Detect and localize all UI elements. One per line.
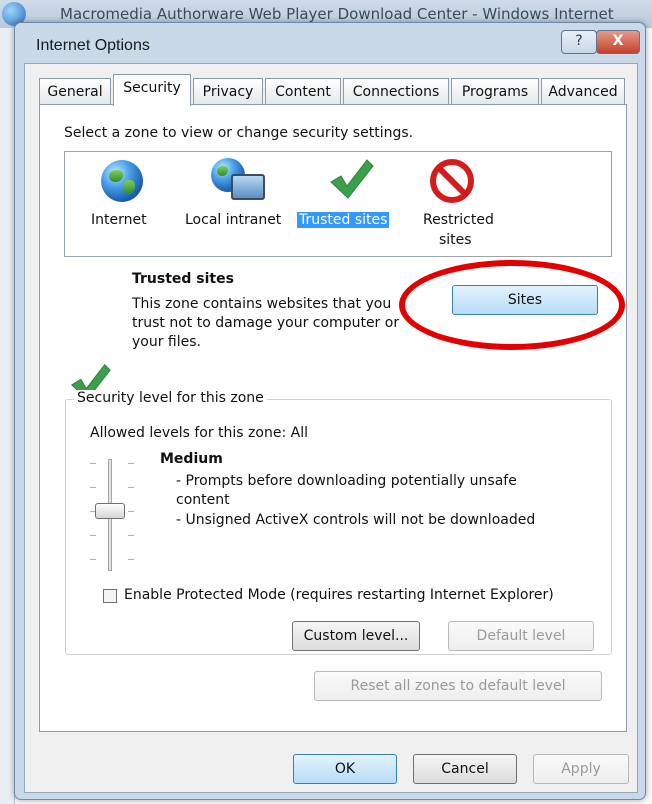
zone-restricted-sites[interactable]: Restricted sites: [415, 152, 495, 252]
security-level-name: Medium: [160, 451, 223, 467]
tab-general[interactable]: General: [39, 78, 111, 104]
reset-all-zones-button[interactable]: Reset all zones to default level: [314, 671, 602, 701]
checkmark-icon: [330, 159, 374, 199]
selected-zone-description: This zone contains websites that you: [132, 296, 392, 312]
protected-mode-label[interactable]: Enable Protected Mode (requires restarti…: [124, 587, 554, 603]
tab-privacy[interactable]: Privacy: [193, 78, 263, 104]
zone-label: Local intranet: [185, 212, 282, 228]
zone-trusted-sites[interactable]: Trusted sites: [297, 152, 399, 252]
security-level-description: content: [176, 492, 230, 508]
apply-button[interactable]: Apply: [533, 754, 629, 784]
protected-mode-checkbox[interactable]: [103, 589, 117, 603]
sites-button[interactable]: Sites: [452, 285, 598, 315]
zone-prompt: Select a zone to view or change security…: [64, 125, 414, 141]
tab-connections[interactable]: Connections: [343, 78, 449, 104]
background-window-edge: [0, 28, 15, 804]
zone-label: Restricted: [423, 212, 494, 228]
zone-internet[interactable]: Internet: [91, 152, 155, 252]
globe-icon: [101, 160, 143, 202]
tab-security[interactable]: Security: [113, 74, 191, 106]
selected-zone-title: Trusted sites: [132, 271, 234, 287]
custom-level-button[interactable]: Custom level...: [292, 621, 420, 651]
security-level-description: - Unsigned ActiveX controls will not be …: [176, 512, 536, 528]
zone-label: Internet: [91, 212, 147, 228]
restricted-icon: [430, 159, 474, 203]
ok-button[interactable]: OK: [293, 754, 397, 784]
dialog-client-area: General Security Privacy Content Connect…: [24, 63, 638, 793]
help-button[interactable]: ?: [561, 30, 597, 54]
dialog-title: Internet Options: [36, 37, 150, 54]
allowed-levels-label: Allowed levels for this zone: All: [90, 425, 308, 441]
security-level-slider-thumb[interactable]: [95, 503, 125, 519]
zone-list: Internet Local intranet Trusted sites Re…: [64, 151, 612, 257]
security-tab-page: Select a zone to view or change security…: [39, 104, 627, 732]
security-level-description: - Prompts before downloading potentially…: [176, 473, 517, 489]
default-level-button[interactable]: Default level: [448, 621, 594, 651]
selected-zone-description: your files.: [132, 334, 201, 350]
zone-label: sites: [439, 232, 472, 248]
zone-local-intranet[interactable]: Local intranet: [183, 152, 287, 252]
group-title: Security level for this zone: [74, 390, 267, 406]
cancel-button[interactable]: Cancel: [413, 754, 517, 784]
tab-content[interactable]: Content: [265, 78, 341, 104]
internet-options-dialog: Internet Options ? X General Security Pr…: [14, 22, 646, 800]
selected-zone-description: trust not to damage your computer or: [132, 315, 400, 331]
tab-programs[interactable]: Programs: [451, 78, 539, 104]
close-button[interactable]: X: [596, 30, 640, 54]
tab-advanced[interactable]: Advanced: [541, 78, 625, 104]
monitor-icon: [231, 174, 265, 200]
zone-label: Trusted sites: [297, 212, 390, 228]
